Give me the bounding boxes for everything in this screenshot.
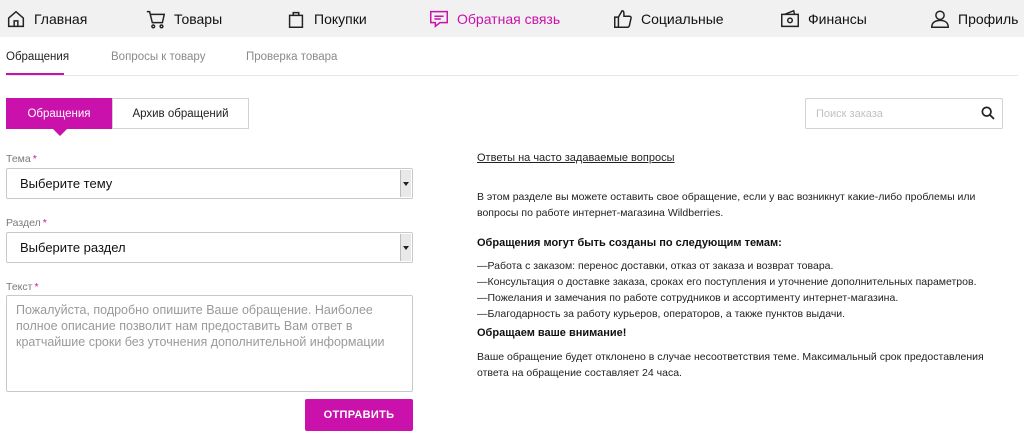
nav-item-products[interactable]: Товары (145, 0, 222, 37)
nav-item-profile[interactable]: Профиль (929, 0, 1018, 37)
text-label: Текст * (6, 281, 39, 293)
wallet-icon (781, 9, 799, 27)
nav-item-purchases[interactable]: Покупки (285, 0, 367, 37)
requests-toggle-button[interactable]: Обращения (6, 98, 112, 136)
message-textarea[interactable] (6, 295, 413, 392)
user-icon (931, 9, 949, 28)
attention-text: Ваше обращение будет отклонено в случае … (477, 351, 984, 379)
intro-text: В этом разделе вы можете оставить свое о… (477, 191, 976, 219)
chevron-down-icon (400, 170, 411, 197)
subtab-product-questions[interactable]: Вопросы к товару (111, 51, 205, 63)
faq-link[interactable]: Ответы на часто задаваемые вопросы (477, 152, 674, 164)
topics-heading: Обращения могут быть созданы по следующи… (477, 237, 782, 249)
chevron-down-icon (400, 234, 411, 261)
submit-button[interactable]: ОТПРАВИТЬ (305, 399, 413, 431)
requests-toggle-label: Обращения (27, 107, 91, 120)
nav-label-home: Главная (34, 10, 88, 27)
topics-list: —Работа с заказом: перенос доставки, отк… (477, 258, 1007, 322)
nav-label-purchases: Покупки (314, 10, 367, 27)
nav-label-feedback: Обратная связь (457, 10, 561, 27)
sub-tabs: Обращения Вопросы к товару Проверка това… (0, 37, 1024, 75)
nav-label-profile: Профиль (958, 10, 1019, 27)
archive-toggle-label: Архив обращений (132, 107, 229, 120)
top-navigation: Главная Товары Покупки Обратная связь Со… (0, 0, 1024, 37)
subtab-requests[interactable]: Обращения (6, 51, 69, 63)
home-icon (7, 10, 25, 27)
feedback-icon (430, 10, 448, 28)
bag-icon (288, 11, 304, 28)
section-select-value: Выберите раздел (20, 240, 126, 255)
archive-toggle-button[interactable]: Архив обращений (112, 98, 249, 129)
nav-label-products: Товары (174, 10, 223, 27)
nav-item-finance[interactable]: Финансы (779, 0, 867, 37)
order-search-input[interactable] (806, 99, 976, 128)
topic-select-value: Выберите тему (20, 176, 113, 191)
list-item: —Консультация о доставке заказа, сроках … (477, 276, 977, 288)
active-pointer-icon (53, 129, 67, 136)
list-item: —Работа с заказом: перенос доставки, отк… (477, 260, 834, 272)
nav-item-feedback[interactable]: Обратная связь (428, 0, 560, 37)
list-item: —Благодарность за работу курьеров, опера… (477, 308, 846, 320)
order-search (805, 98, 1003, 129)
subtab-product-check[interactable]: Проверка товара (246, 51, 337, 63)
nav-item-home[interactable]: Главная (5, 0, 87, 37)
nav-item-social[interactable]: Социальные (612, 0, 724, 37)
section-select[interactable]: Выберите раздел (6, 232, 413, 263)
nav-label-finance: Финансы (808, 10, 867, 27)
cart-icon (146, 10, 166, 28)
list-item: —Пожелания и замечания по работе сотрудн… (477, 292, 899, 304)
attention-heading: Обращаем ваше внимание! (477, 327, 627, 339)
section-label: Раздел * (6, 217, 47, 229)
nav-label-social: Социальные (641, 10, 724, 27)
topic-select[interactable]: Выберите тему (6, 168, 413, 199)
thumbs-up-icon (614, 9, 632, 28)
divider (6, 75, 1018, 76)
search-icon[interactable] (980, 105, 996, 121)
topic-label: Тема * (6, 153, 37, 165)
